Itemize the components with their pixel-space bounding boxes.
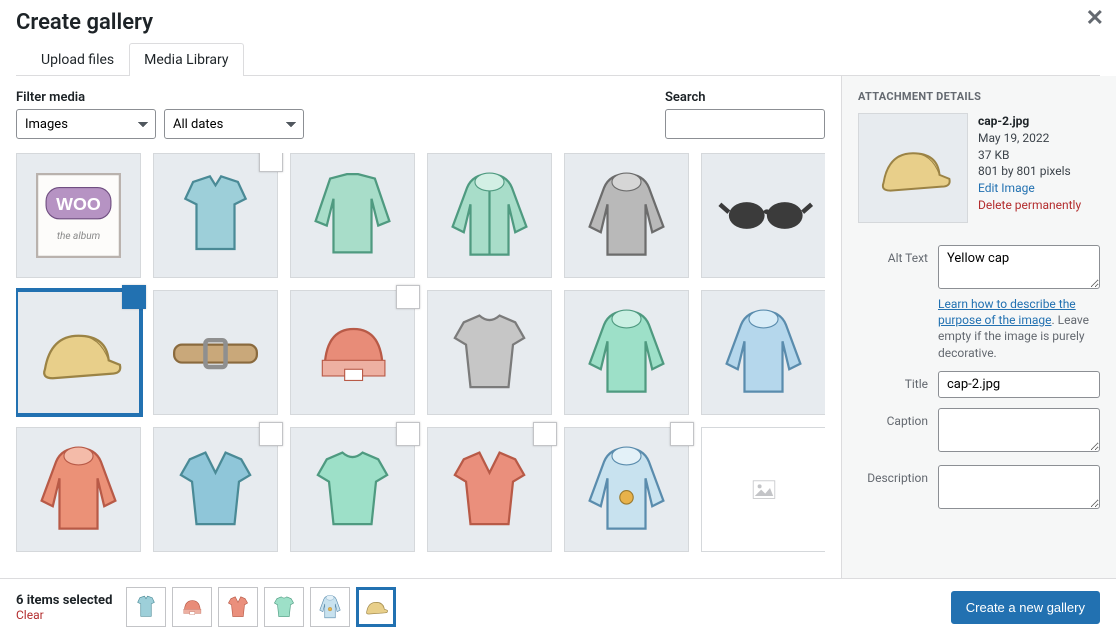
media-item-longsleeve-green[interactable]: [290, 153, 415, 278]
attachment-details-panel: ATTACHMENT DETAILS cap-2.jpg May 19, 202…: [841, 76, 1116, 578]
filter-bar: Filter media Images All dates Search: [16, 90, 825, 139]
attachment-filename: cap-2.jpg: [978, 113, 1100, 130]
search-input[interactable]: [665, 109, 825, 139]
alt-text-label: Alt Text: [858, 245, 928, 265]
tray-item-tshirt-green[interactable]: [264, 587, 304, 627]
create-gallery-button[interactable]: Create a new gallery: [951, 591, 1100, 624]
attachment-dimensions: 801 by 801 pixels: [978, 163, 1100, 180]
selected-count: 6 items selected: [16, 593, 112, 608]
media-item-hoodie-zip-green[interactable]: [427, 153, 552, 278]
tabs: Upload files Media Library: [16, 43, 1100, 76]
description-label: Description: [858, 465, 928, 485]
check-icon[interactable]: [396, 285, 420, 309]
media-item-tshirt-green[interactable]: [290, 427, 415, 552]
tray-item-hoodie-logo-blue[interactable]: [310, 587, 350, 627]
media-item-sunglasses[interactable]: [701, 153, 825, 278]
media-item-tshirt-gray[interactable]: [427, 290, 552, 415]
caption-label: Caption: [858, 408, 928, 428]
modal-title: Create gallery: [16, 10, 1100, 35]
attachment-date: May 19, 2022: [978, 130, 1100, 147]
media-item-hoodie-orange[interactable]: [16, 427, 141, 552]
search-label: Search: [665, 90, 825, 105]
modal-header: Create gallery ✕ Upload files Media Libr…: [0, 0, 1116, 76]
attachment-details-heading: ATTACHMENT DETAILS: [858, 90, 1100, 103]
delete-permanently-link[interactable]: Delete permanently: [978, 197, 1081, 214]
tray-item-beanie-orange[interactable]: [172, 587, 212, 627]
title-label: Title: [858, 371, 928, 391]
media-item-vneck-blue[interactable]: [153, 427, 278, 552]
clear-selection-link[interactable]: Clear: [16, 608, 112, 622]
media-item-hoodie-gray[interactable]: [564, 153, 689, 278]
media-item-polo-blue[interactable]: [153, 153, 278, 278]
media-item-placeholder[interactable]: [701, 427, 825, 552]
tray-item-polo-blue[interactable]: [126, 587, 166, 627]
close-icon[interactable]: ✕: [1086, 6, 1104, 31]
media-item-woo[interactable]: [16, 153, 141, 278]
modal-footer: 6 items selected Clear Create a new gall…: [0, 578, 1116, 635]
media-item-hoodie-green[interactable]: [564, 290, 689, 415]
title-input[interactable]: [938, 371, 1100, 398]
media-item-beanie-orange[interactable]: [290, 290, 415, 415]
filter-media-label: Filter media: [16, 90, 304, 105]
edit-image-link[interactable]: Edit Image: [978, 180, 1035, 197]
media-grid: [16, 153, 825, 578]
check-icon[interactable]: [533, 422, 557, 446]
media-item-cap-yellow[interactable]: [16, 290, 141, 415]
tab-media-library[interactable]: Media Library: [129, 43, 243, 76]
selection-tray: [126, 587, 396, 627]
check-icon[interactable]: [122, 285, 146, 309]
check-icon[interactable]: [259, 153, 283, 172]
tab-upload-files[interactable]: Upload files: [26, 43, 129, 76]
caption-input[interactable]: [938, 408, 1100, 452]
filter-date-select[interactable]: All dates: [164, 109, 304, 139]
media-item-hoodie-blue[interactable]: [701, 290, 825, 415]
tray-item-vneck-red[interactable]: [218, 587, 258, 627]
alt-text-help: Learn how to describe the purpose of the…: [938, 296, 1100, 361]
check-icon[interactable]: [259, 422, 283, 446]
check-icon[interactable]: [396, 422, 420, 446]
filter-type-select[interactable]: Images: [16, 109, 156, 139]
tray-item-cap-yellow[interactable]: [356, 587, 396, 627]
alt-text-input[interactable]: [938, 245, 1100, 289]
media-item-belt[interactable]: [153, 290, 278, 415]
attachment-thumbnail: [858, 113, 968, 223]
attachment-size: 37 KB: [978, 147, 1100, 164]
media-item-vneck-red[interactable]: [427, 427, 552, 552]
check-icon[interactable]: [670, 422, 694, 446]
description-input[interactable]: [938, 465, 1100, 509]
media-item-hoodie-logo-blue[interactable]: [564, 427, 689, 552]
